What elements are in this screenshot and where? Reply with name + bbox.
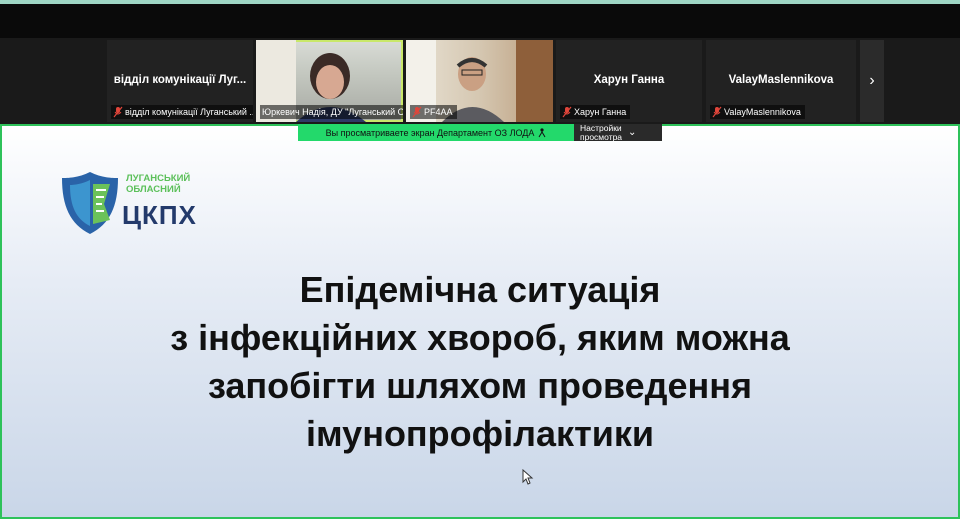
view-options-button[interactable]: Настройки просмотра ⌄ [574, 123, 662, 141]
meeting-top-bar [0, 4, 960, 38]
organization-logo: ЛУГАНСЬКИЙ ОБЛАСНИЙ ЦКПХ [60, 170, 220, 240]
participant-name: ValayMaslennikova [728, 74, 834, 86]
participant-label-text: ValayMaslennikova [724, 107, 801, 117]
participant-tile-active[interactable]: Юркевич Надія, ДУ "Луганський О... [256, 40, 403, 122]
participant-label-text: Харун Ганна [574, 107, 627, 117]
slide-title-line: з інфекційних хвороб, яким можна [170, 317, 790, 358]
participant-tile[interactable]: Харун Ганна Харун Ганна [556, 40, 702, 122]
participant-label-text: Юркевич Надія, ДУ "Луганський О... [262, 107, 403, 117]
participant-label: PF4AA [410, 105, 457, 119]
participant-name: відділ комунікації Луг... [113, 74, 247, 86]
slide-title-line: імунопрофілактики [306, 413, 654, 454]
slide-title-line: запобігти шляхом проведення [207, 365, 753, 406]
mouse-cursor-icon [522, 469, 534, 485]
participant-label: ValayMaslennikova [710, 105, 805, 119]
participant-name: Харун Ганна [593, 74, 665, 86]
muted-mic-icon [113, 106, 123, 118]
muted-mic-icon [412, 106, 422, 118]
gallery-next-button[interactable]: › [860, 40, 884, 122]
person-icon [538, 127, 546, 137]
shield-logo-icon [62, 172, 118, 234]
participant-label: Харун Ганна [560, 105, 631, 119]
viewing-screen-banner: Вы просматриваете экран Департамент ОЗ Л… [298, 124, 574, 141]
participant-label-text: відділ комунікації Луганський ... [125, 107, 253, 117]
screen-share-bar: Вы просматриваете экран Департамент ОЗ Л… [298, 123, 662, 141]
participant-tile[interactable]: ValayMaslennikova ValayMaslennikova [706, 40, 856, 122]
muted-mic-icon [712, 106, 722, 118]
chevron-down-icon: ⌄ [628, 127, 637, 138]
participant-label: відділ комунікації Луганський ... [111, 105, 253, 119]
viewing-screen-text: Вы просматриваете экран Департамент ОЗ Л… [325, 127, 535, 138]
chevron-right-icon: › [869, 72, 875, 89]
logo-subtitle: ЛУГАНСЬКИЙ ОБЛАСНИЙ [126, 173, 191, 195]
muted-mic-icon [562, 106, 572, 118]
participant-tile[interactable]: відділ комунікації Луг... відділ комунік… [107, 40, 253, 122]
participant-label: Юркевич Надія, ДУ "Луганський О... [260, 105, 403, 119]
slide-title: Епідемічна ситуація з інфекційних хвороб… [62, 266, 898, 458]
participant-label-text: PF4AA [424, 107, 453, 117]
shared-screen: ЛУГАНСЬКИЙ ОБЛАСНИЙ ЦКПХ Епідемічна ситу… [0, 124, 960, 519]
slide-title-line: Епідемічна ситуація [299, 269, 661, 310]
logo-title: ЦКПХ [122, 200, 197, 230]
participant-tile[interactable]: PF4AA [406, 40, 553, 122]
